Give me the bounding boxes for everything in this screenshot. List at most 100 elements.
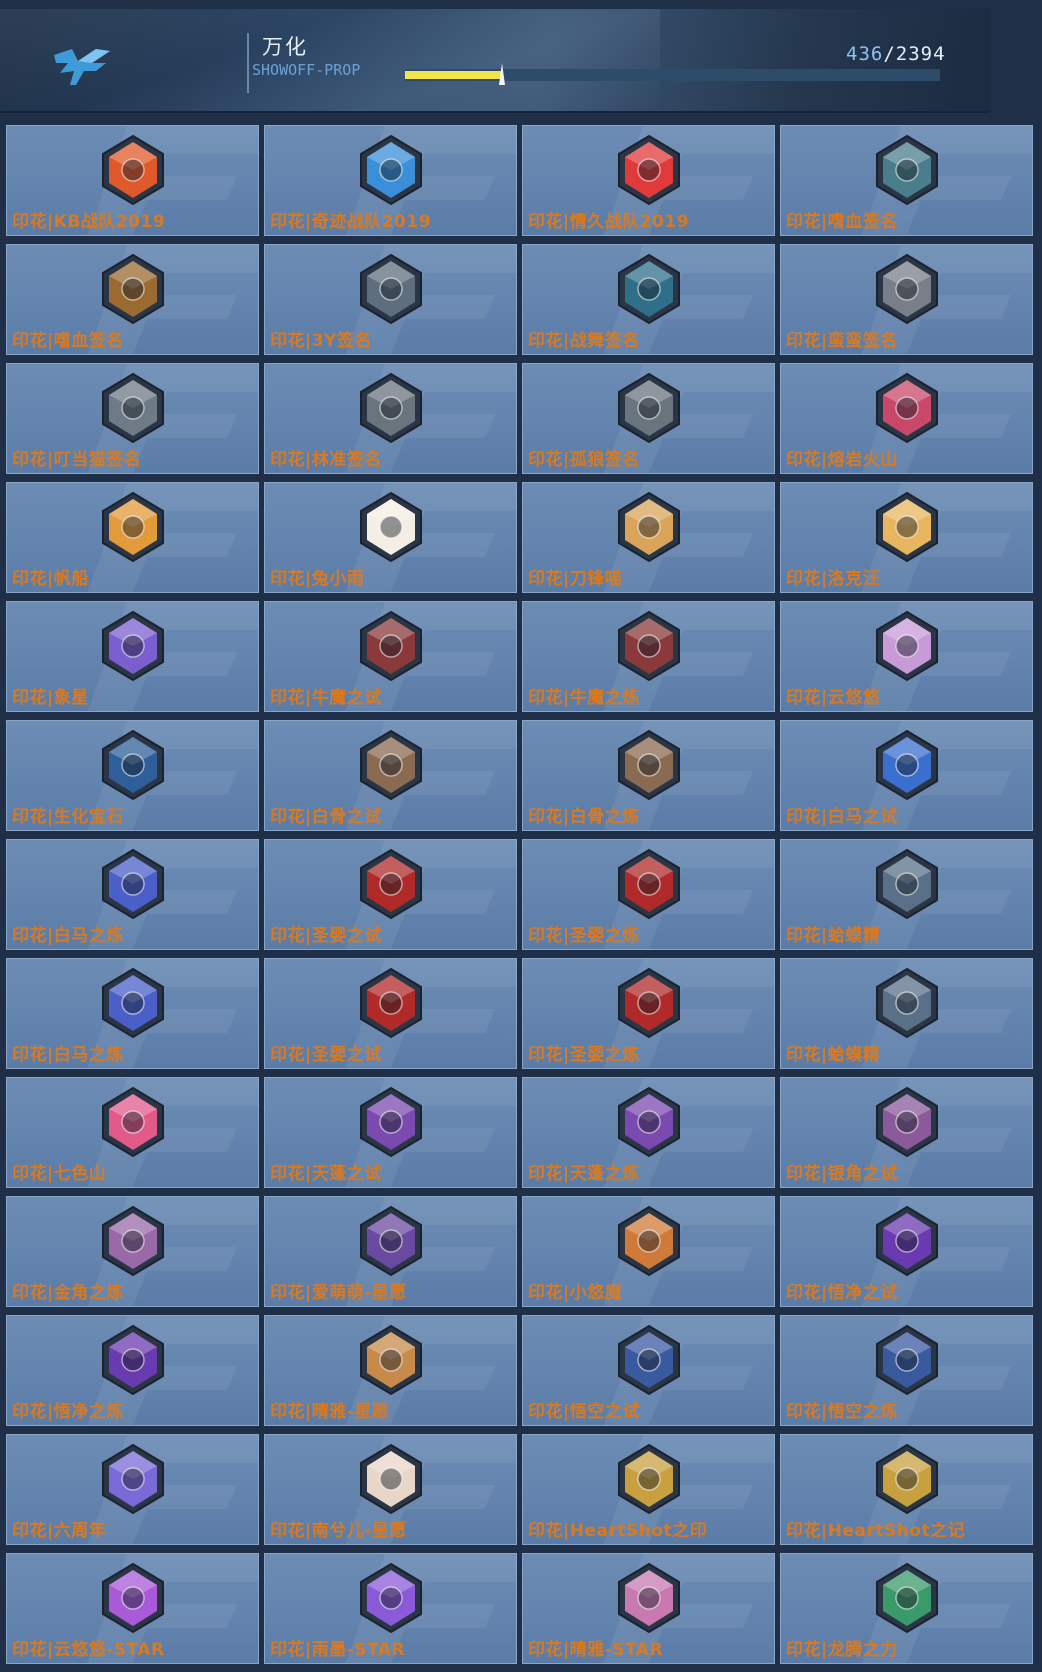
sticker-item[interactable]: 印花|七色山 <box>6 1077 259 1188</box>
sticker-item[interactable]: 印花|天蓬之炼 <box>522 1077 775 1188</box>
sticker-item[interactable]: 印花|蛮蛮签名 <box>780 244 1033 355</box>
sticker-item[interactable]: 印花|林准签名 <box>264 363 517 474</box>
s7-badge-icon <box>876 1205 938 1277</box>
sticker-item[interactable]: 印花|悟净之试 <box>780 1196 1033 1307</box>
collection-counter: 436/2394 <box>846 43 946 65</box>
sticker-label: 印花|圣婴之炼 <box>528 926 640 946</box>
sticker-item[interactable]: 印花|洛克汪 <box>780 482 1033 593</box>
sticker-item[interactable]: 印花|南兮儿-星愿 <box>264 1434 517 1545</box>
collection-progress-bar <box>405 63 940 85</box>
sticker-item[interactable]: 印花|嗜血签名 <box>780 125 1033 236</box>
sticker-item[interactable]: 印花|圣婴之试 <box>264 958 517 1069</box>
sticker-item[interactable]: 印花|战舞签名 <box>522 244 775 355</box>
sticker-label: 印花|小悠魔 <box>528 1283 623 1303</box>
yumo-star-icon <box>360 1562 422 1634</box>
sticker-item[interactable]: 印花|孤狼签名 <box>522 363 775 474</box>
sticker-item[interactable]: 印花|KB战队2019 <box>6 125 259 236</box>
toad-icon <box>876 967 938 1039</box>
sticker-label: 印花|悟净之试 <box>786 1283 898 1303</box>
sticker-item[interactable]: 印花|牛魔之炼 <box>522 601 775 712</box>
sticker-item[interactable]: 印花|HeartShot之记 <box>780 1434 1033 1545</box>
s5-badge-icon <box>618 1086 680 1158</box>
bloody-signature-gold-icon <box>102 253 164 325</box>
s8-badge-icon <box>876 1324 938 1396</box>
sticker-item[interactable]: 印花|圣婴之炼 <box>522 958 775 1069</box>
aimengmeng-character-icon <box>360 1205 422 1277</box>
sticker-label: 印花|情久战队2019 <box>528 212 690 232</box>
sticker-item[interactable]: 印花|白马之炼 <box>6 958 259 1069</box>
sticker-item[interactable]: 印花|3Y签名 <box>264 244 517 355</box>
linzhun-signature-icon <box>360 372 422 444</box>
sticker-item[interactable]: 印花|云悠悠-STAR <box>6 1553 259 1664</box>
sticker-label: 印花|HeartShot之记 <box>786 1521 966 1541</box>
sticker-item[interactable]: 印花|晴雅-STAR <box>522 1553 775 1664</box>
sticker-item[interactable]: 印花|象星 <box>6 601 259 712</box>
sticker-item[interactable]: 印花|白马之试 <box>780 720 1033 831</box>
sticker-item[interactable]: 印花|圣婴之试 <box>264 839 517 950</box>
progress-fill <box>405 71 502 79</box>
sticker-item[interactable]: 印花|蛤蟆精 <box>780 958 1033 1069</box>
sticker-item[interactable]: 印花|蛤蟆精 <box>780 839 1033 950</box>
sticker-item[interactable]: 印花|奇迹战队2019 <box>264 125 517 236</box>
sticker-item[interactable]: 印花|白骨之炼 <box>522 720 775 831</box>
sticker-item[interactable]: 印花|云悠悠 <box>780 601 1033 712</box>
sticker-item[interactable]: 印花|金角之炼 <box>6 1196 259 1307</box>
s6-badge-icon <box>876 1086 938 1158</box>
sticker-label: 印花|银角之试 <box>786 1164 898 1184</box>
counter-total: /2394 <box>883 43 946 65</box>
s3-badge-icon <box>876 729 938 801</box>
sticker-item[interactable]: 印花|白马之炼 <box>6 839 259 950</box>
sticker-item[interactable]: 印花|圣婴之炼 <box>522 839 775 950</box>
sticker-label: 印花|HeartShot之印 <box>528 1521 708 1541</box>
miracle-team-badge-icon <box>360 134 422 206</box>
sticker-item[interactable]: 印花|爱萌萌-星愿 <box>264 1196 517 1307</box>
sticker-item[interactable]: 印花|牛魔之试 <box>264 601 517 712</box>
sticker-item[interactable]: 印花|帆船 <box>6 482 259 593</box>
sticker-item[interactable]: 印花|雨墨-STAR <box>264 1553 517 1664</box>
sticker-item[interactable]: 印花|生化宝石 <box>6 720 259 831</box>
sticker-item[interactable]: 印花|兔小雨 <box>264 482 517 593</box>
sticker-label: 印花|悟净之炼 <box>12 1402 124 1422</box>
qingya-star-icon <box>618 1562 680 1634</box>
nanxier-character-icon <box>360 1443 422 1515</box>
sticker-label: 印花|圣婴之炼 <box>528 1045 640 1065</box>
sticker-item[interactable]: 印花|白骨之试 <box>264 720 517 831</box>
sticker-label: 印花|白马之炼 <box>12 926 124 946</box>
shiba-dog-icon <box>876 491 938 563</box>
sticker-item[interactable]: 印花|刀锋喵 <box>522 482 775 593</box>
sticker-label: 印花|悟空之试 <box>528 1402 640 1422</box>
sticker-item[interactable]: 印花|悟空之试 <box>522 1315 775 1426</box>
sticker-item[interactable]: 印花|悟空之炼 <box>780 1315 1033 1426</box>
sticker-item[interactable]: 印花|天蓬之试 <box>264 1077 517 1188</box>
sticker-label: 印花|蛤蟆精 <box>786 1045 881 1065</box>
sticker-label: 印花|KB战队2019 <box>12 212 166 232</box>
sticker-item[interactable]: 印花|叮当猫签名 <box>6 363 259 474</box>
sticker-item[interactable]: 印花|龙腾之力 <box>780 1553 1033 1664</box>
sticker-item[interactable]: 印花|晴雅-星愿 <box>264 1315 517 1426</box>
sticker-item[interactable]: 印花|银角之试 <box>780 1077 1033 1188</box>
bio-gem-icon <box>102 729 164 801</box>
sticker-label: 印花|六周年 <box>12 1521 107 1541</box>
sticker-item[interactable]: 印花|嗜血签名 <box>6 244 259 355</box>
sticker-label: 印花|牛魔之炼 <box>528 688 640 708</box>
sticker-item[interactable]: 印花|六周年 <box>6 1434 259 1545</box>
sticker-item[interactable]: 印花|情久战队2019 <box>522 125 775 236</box>
rainbow-mountain-icon <box>102 1086 164 1158</box>
sticker-item[interactable]: 印花|悟净之炼 <box>6 1315 259 1426</box>
s5-badge-icon <box>360 1086 422 1158</box>
sticker-label: 印花|熔岩火山 <box>786 450 898 470</box>
sticker-label: 印花|白马之炼 <box>12 1045 124 1065</box>
sticker-item[interactable]: 印花|小悠魔 <box>522 1196 775 1307</box>
kb-team-badge-icon <box>102 134 164 206</box>
sticker-item[interactable]: 印花|HeartShot之印 <box>522 1434 775 1545</box>
sticker-label: 印花|洛克汪 <box>786 569 881 589</box>
toad-icon <box>876 848 938 920</box>
little-demon-icon <box>618 1205 680 1277</box>
s3-badge-icon <box>102 967 164 1039</box>
sticker-label: 印花|3Y签名 <box>270 331 372 351</box>
s1-badge-icon <box>618 610 680 682</box>
sticker-item[interactable]: 印花|熔岩火山 <box>780 363 1033 474</box>
sticker-label: 印花|兔小雨 <box>270 569 365 589</box>
s4-badge-icon <box>618 967 680 1039</box>
sticker-label: 印花|蛮蛮签名 <box>786 331 898 351</box>
